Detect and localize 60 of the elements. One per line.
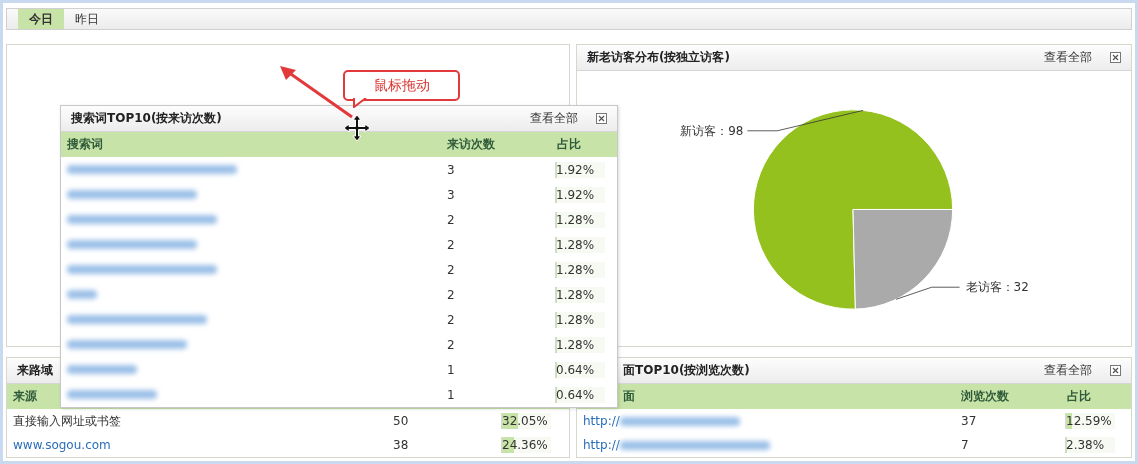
panel-header[interactable]: 搜索词TOP10(按来访次数) 查看全部: [61, 106, 617, 132]
percent-text: 2.38%: [1066, 438, 1105, 452]
tab[interactable]: 昨日: [64, 9, 110, 29]
panel-title: 面TOP10(按浏览次数): [623, 362, 750, 379]
table-cell-text: 1: [446, 362, 456, 377]
table-cell-text: 2: [446, 262, 456, 277]
table-cell-text: 2: [446, 312, 456, 327]
table-cell-text: 37: [960, 414, 978, 428]
slice-label: 老访客：32: [965, 280, 1029, 295]
table-cell-text: 直接输入网址或书签: [12, 412, 122, 430]
percent-text: 12.59%: [1066, 414, 1112, 428]
panel-title: 搜索词TOP10(按来访次数): [71, 110, 222, 127]
blurred-text: [67, 289, 97, 299]
blurred-text: [67, 364, 137, 374]
table-cell-text: 2: [446, 287, 456, 302]
view-all-link[interactable]: 查看全部: [1044, 362, 1092, 379]
percent-text: 1.92%: [556, 187, 595, 202]
slice-label: 新访客：98: [680, 123, 744, 138]
view-all-link[interactable]: 查看全部: [530, 110, 578, 127]
column-header: 来源: [12, 388, 37, 405]
close-icon[interactable]: [1110, 52, 1121, 63]
move-cursor-icon: [343, 114, 371, 142]
view-all-link[interactable]: 查看全部: [1044, 49, 1092, 66]
search-panel[interactable]: 搜索词TOP10(按来访次数) 查看全部 搜索词 来访次数 占比 3 1.92% 3 1.92% 2 1.28% 2 1.28% 2 1.28% 2 1.28% 2 1.28% 2 1.28% 1 0.64% 1 0.64%: [60, 105, 618, 408]
percent-text: 0.64%: [556, 362, 595, 377]
table-cell-text: 3: [446, 162, 456, 177]
panel-title: 新老访客分布(按独立访客): [587, 49, 730, 66]
tab[interactable]: 今日: [18, 9, 64, 29]
percent-text: 0.64%: [556, 387, 595, 402]
percent-text: 24.36%: [502, 438, 548, 452]
percent-text: 1.28%: [556, 262, 595, 277]
percent-text: 1.28%: [556, 212, 595, 227]
callout: 鼠标拖动: [343, 70, 460, 101]
column-header: 占比: [1066, 388, 1091, 405]
table-cell-text: 50: [392, 414, 410, 428]
column-header: 浏览次数: [960, 388, 1009, 405]
column-header: 搜索词: [66, 136, 103, 153]
column-header: 占比: [556, 136, 581, 153]
close-icon[interactable]: [1110, 365, 1121, 376]
table-cell-text: 2: [446, 237, 456, 252]
table-cell-text: 38: [392, 438, 410, 452]
table-cell-text: 3: [446, 187, 456, 202]
panel-title: 来路域: [17, 362, 53, 379]
percent-text: 1.92%: [556, 162, 595, 177]
percent-text: 1.28%: [556, 337, 595, 352]
percent-text: 1.28%: [556, 237, 595, 252]
close-icon[interactable]: [596, 113, 607, 124]
percent-text: 1.28%: [556, 287, 595, 302]
table-cell-text: 2: [446, 212, 456, 227]
column-header: 来访次数: [446, 136, 495, 153]
table-cell-text: 2: [446, 337, 456, 352]
callout-tail: [353, 98, 367, 108]
table-cell-text: 7: [960, 438, 970, 452]
table-cell-text: 1: [446, 387, 456, 402]
url-link[interactable]: http://: [577, 414, 620, 428]
leader-line: [895, 286, 960, 300]
percent-text: 32.05%: [502, 414, 548, 428]
percent-text: 1.28%: [556, 312, 595, 327]
source-link[interactable]: www.sogou.com: [7, 438, 387, 452]
url-link[interactable]: http://: [577, 438, 620, 452]
